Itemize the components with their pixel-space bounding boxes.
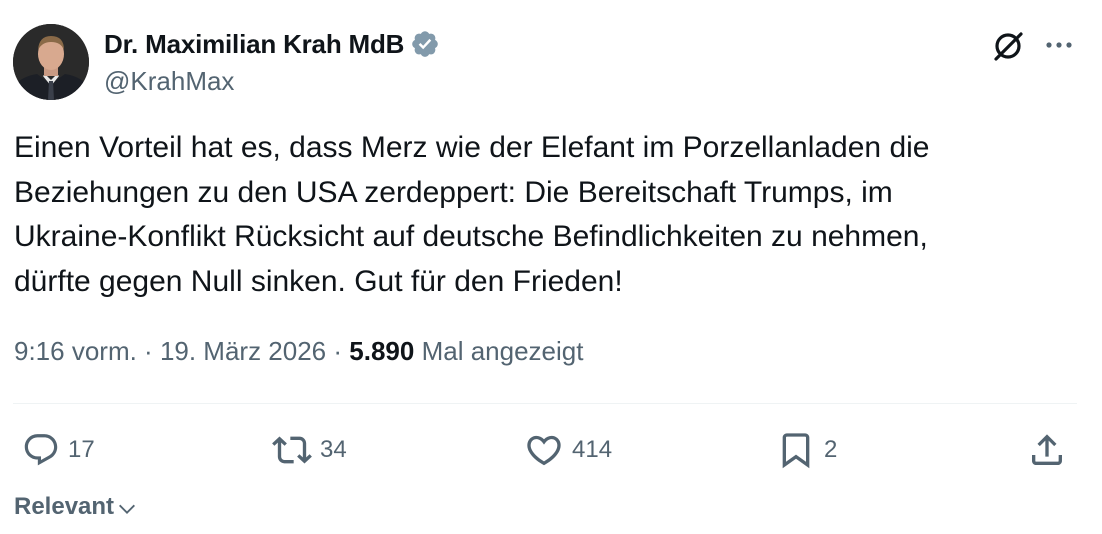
meta-separator: · bbox=[326, 336, 350, 366]
bookmark-count: 2 bbox=[824, 436, 838, 463]
sort-replies-dropdown[interactable]: Relevant bbox=[14, 493, 138, 521]
repost-count: 34 bbox=[320, 436, 347, 463]
verified-badge-icon[interactable] bbox=[410, 29, 440, 59]
tweet-date[interactable]: 19. März 2026 bbox=[160, 336, 326, 366]
tweet-text: Einen Vorteil hat es, dass Merz wie der … bbox=[14, 126, 1074, 304]
tweet-meta: 9:16 vorm. · 19. März 2026 · 5.890 Mal a… bbox=[14, 336, 583, 367]
share-button[interactable] bbox=[1027, 428, 1067, 472]
views-label: Mal angezeigt bbox=[421, 336, 584, 366]
meta-separator: · bbox=[136, 336, 160, 366]
author-display-name[interactable]: Dr. Maximilian Krah MdB bbox=[104, 29, 404, 60]
bookmark-icon bbox=[782, 433, 810, 469]
chevron-down-icon bbox=[119, 504, 136, 514]
tweet: Dr. Maximilian Krah MdB @KrahMax Einen V… bbox=[0, 0, 1102, 534]
bookmark-button[interactable]: 2 bbox=[776, 428, 837, 472]
sort-label: Relevant bbox=[14, 493, 115, 520]
tweet-text-line: Ukraine-Konflikt Rücksicht auf deutsche … bbox=[14, 220, 928, 253]
more-options-icon[interactable] bbox=[1042, 30, 1076, 60]
avatar[interactable] bbox=[13, 24, 89, 100]
author-handle[interactable]: @KrahMax bbox=[104, 66, 234, 97]
tweet-text-line: dürfte gegen Null sinken. Gut für den Fr… bbox=[14, 264, 623, 298]
like-button[interactable]: 414 bbox=[524, 428, 612, 472]
divider bbox=[13, 403, 1077, 404]
views-count: 5.890 bbox=[349, 336, 415, 366]
author-name-row: Dr. Maximilian Krah MdB bbox=[104, 26, 440, 62]
repost-button[interactable]: 34 bbox=[272, 428, 347, 472]
tweet-text-line: Beziehungen zu den USA zerdeppert: Die B… bbox=[14, 175, 893, 209]
tweet-text-line: Einen Vorteil hat es, dass Merz wie der … bbox=[14, 131, 930, 164]
reply-count: 17 bbox=[68, 436, 95, 463]
reply-icon bbox=[24, 434, 58, 466]
repost-icon bbox=[272, 436, 312, 464]
tweet-time[interactable]: 9:16 vorm. bbox=[14, 336, 137, 366]
reply-button[interactable]: 17 bbox=[22, 428, 95, 472]
like-count: 414 bbox=[572, 436, 613, 463]
heart-icon bbox=[527, 435, 561, 466]
share-icon bbox=[1032, 434, 1062, 465]
grok-icon[interactable] bbox=[990, 28, 1026, 64]
